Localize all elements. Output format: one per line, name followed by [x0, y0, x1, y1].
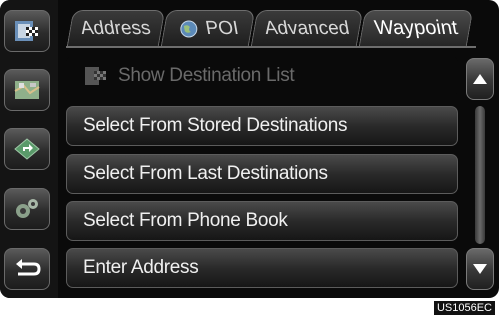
select-last-destinations-button[interactable]: Select From Last Destinations [66, 154, 458, 194]
tab-bar: Address POI Advanced Waypoint [66, 10, 476, 46]
chevron-down-icon [473, 264, 487, 274]
figure-caption: US1056EC [433, 301, 495, 315]
tab-label: Advanced [262, 17, 351, 39]
list-item-label: Select From Phone Book [83, 210, 288, 231]
tab-underline [66, 46, 476, 48]
tab-address[interactable]: Address [66, 10, 166, 46]
destination-flag-icon [85, 67, 106, 85]
tab-poi[interactable]: POI [160, 10, 256, 46]
list-item-label: Enter Address [83, 257, 199, 278]
scrollbar-thumb[interactable] [475, 106, 485, 244]
map-button[interactable] [4, 69, 50, 111]
destination-button[interactable] [4, 10, 50, 52]
show-destination-list-button: Show Destination List [66, 56, 458, 96]
tab-advanced[interactable]: Advanced [250, 10, 364, 46]
map-icon [14, 81, 40, 99]
poi-globe-icon [180, 20, 198, 37]
tab-label: POI [203, 17, 241, 39]
nav-screen: Address POI Advanced Waypoint Show Desti… [0, 0, 499, 298]
list-header-label: Show Destination List [118, 65, 295, 86]
tab-label: Address [79, 17, 153, 39]
back-button[interactable] [4, 248, 50, 290]
select-phone-book-button[interactable]: Select From Phone Book [66, 201, 458, 241]
route-button[interactable] [4, 128, 50, 170]
scrollbar [466, 58, 494, 292]
tab-waypoint[interactable]: Waypoint [358, 10, 474, 46]
back-icon [16, 259, 41, 276]
scroll-up-button[interactable] [466, 58, 494, 100]
select-stored-destinations-button[interactable]: Select From Stored Destinations [66, 106, 458, 146]
sidebar [0, 0, 58, 298]
tab-label: Waypoint [372, 17, 460, 39]
chevron-up-icon [473, 74, 487, 84]
scroll-down-button[interactable] [466, 248, 494, 290]
destination-flag-icon [15, 21, 38, 41]
route-icon [14, 138, 40, 160]
list-item-label: Select From Stored Destinations [83, 115, 348, 136]
enter-address-button[interactable]: Enter Address [66, 248, 458, 288]
list-item-label: Select From Last Destinations [83, 163, 328, 184]
settings-gear-icon [16, 199, 38, 218]
settings-button[interactable] [4, 188, 50, 230]
